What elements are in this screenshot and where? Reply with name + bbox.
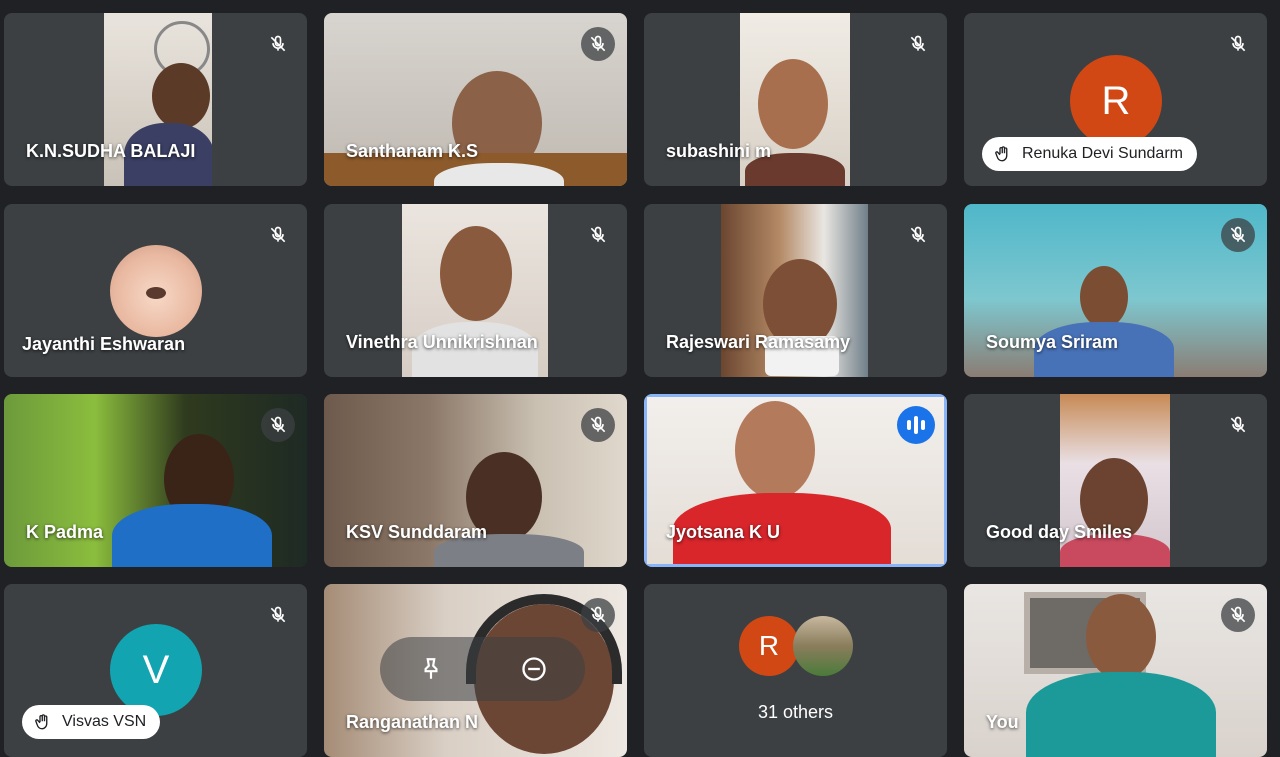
person-body: [112, 504, 272, 567]
person-head: [152, 63, 210, 129]
avatar: R: [739, 616, 799, 676]
participant-tile-soumya[interactable]: Soumya Sriram: [964, 204, 1267, 377]
mic-off-icon: [581, 408, 615, 442]
profile-photo: [793, 616, 853, 676]
participant-name: subashini m: [666, 141, 772, 161]
participant-name: Good day Smiles: [986, 522, 1133, 542]
participant-tile-sudha-balaji[interactable]: K.N.SUDHA BALAJI: [4, 13, 307, 186]
person-head: [1086, 594, 1156, 680]
mic-off-icon: [1221, 408, 1255, 442]
avatar: R: [1070, 55, 1162, 147]
participant-name: Rajeswari Ramasamy: [666, 332, 851, 352]
participant-tile-renuka[interactable]: R Renuka Devi Sundarm: [964, 13, 1267, 186]
mic-off-icon: [1221, 218, 1255, 252]
participant-tile-vinethra[interactable]: Vinethra Unnikrishnan: [324, 204, 627, 377]
mic-off-icon: [261, 598, 295, 632]
person-head: [758, 59, 828, 149]
person-head: [440, 226, 512, 321]
participant-name: Santhanam K.S: [346, 141, 479, 161]
participant-name: Soumya Sriram: [986, 332, 1119, 352]
participant-name: K Padma: [26, 522, 104, 542]
mic-off-icon: [261, 218, 295, 252]
avatar: V: [110, 624, 202, 716]
raised-hand-badge: Visvas VSN: [22, 705, 161, 739]
participant-name: Jayanthi Eshwaran: [22, 334, 186, 354]
others-count: 31 others: [757, 702, 834, 722]
participant-tile-good-day-smiles[interactable]: Good day Smiles: [964, 394, 1267, 567]
participant-name: KSV Sunddaram: [346, 522, 488, 542]
mic-off-icon: [261, 27, 295, 61]
filter-nose: [146, 287, 166, 299]
participant-tile-ksv-sunddaram[interactable]: KSV Sunddaram: [324, 394, 627, 567]
participant-tile-visvas[interactable]: V Visvas VSN: [4, 584, 307, 757]
mic-off-icon: [901, 218, 935, 252]
tile-hover-controls: [380, 637, 585, 701]
participant-tile-subashini[interactable]: subashini m: [644, 13, 947, 186]
participant-name: You: [986, 712, 1019, 732]
participant-tile-jayanthi[interactable]: Jayanthi Eshwaran: [4, 204, 307, 377]
profile-photo: [110, 245, 202, 337]
others-tile[interactable]: R 31 others: [644, 584, 947, 757]
participant-name: Vinethra Unnikrishnan: [346, 332, 538, 352]
participant-tile-jyotsana[interactable]: Jyotsana K U: [644, 394, 947, 567]
participant-name: K.N.SUDHA BALAJI: [26, 141, 196, 161]
hand-icon: [35, 714, 48, 730]
participant-tile-rajeswari[interactable]: Rajeswari Ramasamy: [644, 204, 947, 377]
raised-hand-name: Renuka Devi Sundarm: [1022, 145, 1183, 162]
mic-off-icon: [1221, 27, 1255, 61]
mic-off-icon: [581, 27, 615, 61]
others-avatars: R: [739, 616, 859, 678]
participant-name: Ranganathan N: [346, 712, 479, 732]
person-head: [1080, 266, 1128, 328]
mic-off-icon: [1221, 598, 1255, 632]
raised-hand-name: Visvas VSN: [62, 713, 147, 730]
person-body: [1026, 672, 1216, 757]
mic-off-icon: [901, 27, 935, 61]
audio-level-icon: [897, 406, 935, 444]
pin-icon[interactable]: [411, 649, 451, 689]
hand-icon: [995, 146, 1008, 162]
person-head: [735, 401, 815, 499]
participant-tile-you[interactable]: You: [964, 584, 1267, 757]
raised-hand-badge: Renuka Devi Sundarm: [982, 137, 1197, 171]
mic-off-icon: [261, 408, 295, 442]
participant-tile-padma[interactable]: K Padma: [4, 394, 307, 567]
participant-name: Jyotsana K U: [666, 522, 781, 542]
mic-off-icon: [581, 598, 615, 632]
remove-icon[interactable]: [514, 649, 554, 689]
participant-tile-santhanam[interactable]: Santhanam K.S: [324, 13, 627, 186]
mic-off-icon: [581, 218, 615, 252]
